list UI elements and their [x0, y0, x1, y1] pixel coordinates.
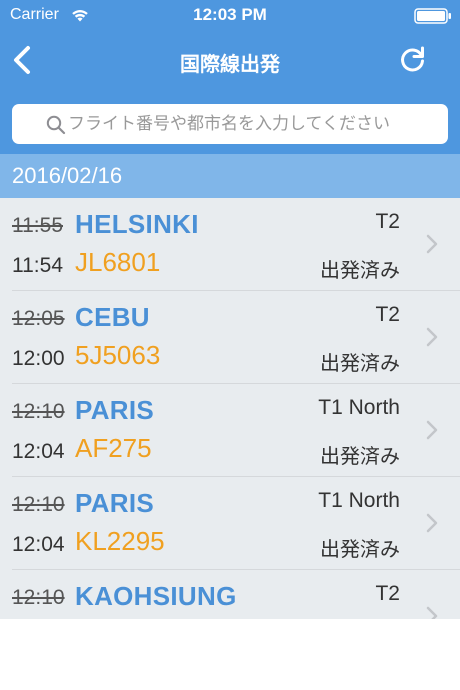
flight-row[interactable]: 12:10 PARIS 12:04 KL2295 T1 North 出発済み: [0, 477, 460, 570]
scheduled-time: 12:10: [12, 400, 65, 423]
flight-status: 出発済み: [320, 351, 400, 375]
actual-time: 12:04: [12, 440, 65, 463]
scheduled-time: 12:10: [12, 493, 65, 516]
flight-number: KL2295: [75, 526, 165, 556]
destination: HELSINKI: [75, 209, 199, 239]
actual-time: 12:00: [12, 347, 65, 370]
terminal: T1 North: [318, 489, 400, 512]
battery-icon: [414, 8, 451, 24]
search-box[interactable]: [12, 104, 448, 144]
terminal: T2: [375, 582, 400, 605]
flight-number: AF275: [75, 433, 152, 463]
flight-row[interactable]: 11:55 HELSINKI 11:54 JL6801 T2 出発済み: [0, 198, 460, 291]
destination: PARIS: [75, 395, 155, 425]
terminal: T2: [375, 303, 400, 326]
flight-list: 11:55 HELSINKI 11:54 JL6801 T2 出発済み 12:0…: [0, 198, 460, 619]
flight-status: 出発済み: [320, 537, 400, 561]
blank-area: [0, 619, 460, 690]
flight-row[interactable]: 12:10 PARIS 12:04 AF275 T1 North 出発済み: [0, 384, 460, 477]
flight-status: 出発済み: [320, 444, 400, 468]
terminal: T2: [375, 210, 400, 233]
status-bar: Carrier 12:03 PM: [0, 0, 460, 30]
actual-time: 12:04: [12, 533, 65, 556]
flight-status: 出発済み: [320, 258, 400, 282]
search-icon: [46, 115, 66, 135]
chevron-right-icon: [426, 606, 438, 619]
date-header: 2016/02/16: [0, 154, 460, 198]
terminal: T1 North: [318, 396, 400, 419]
destination: KAOHSIUNG: [75, 581, 237, 611]
header: Carrier 12:03 PM 国際線出発: [0, 0, 460, 94]
flight-row[interactable]: 12:05 CEBU 12:00 5J5063 T2 出発済み: [0, 291, 460, 384]
chevron-right-icon: [426, 513, 438, 533]
search-bar: [0, 94, 460, 154]
scheduled-time: 12:05: [12, 307, 65, 330]
actual-time: 11:54: [12, 254, 63, 277]
destination: PARIS: [75, 488, 155, 518]
destination: CEBU: [75, 302, 150, 332]
status-time: 12:03 PM: [193, 5, 267, 24]
date-label: 2016/02/16: [12, 163, 123, 188]
refresh-button[interactable]: [398, 44, 428, 74]
scheduled-time: 11:55: [12, 214, 63, 237]
chevron-right-icon: [426, 327, 438, 347]
flight-number: 5J5063: [75, 340, 161, 370]
search-input[interactable]: [68, 104, 440, 144]
flight-number: JL6801: [75, 247, 161, 277]
flight-row[interactable]: 12:10 KAOHSIUNG T2: [0, 570, 460, 619]
chevron-right-icon: [426, 234, 438, 254]
chevron-right-icon: [426, 420, 438, 440]
refresh-icon: [401, 46, 424, 72]
page-title: 国際線出発: [180, 52, 280, 76]
scheduled-time: 12:10: [12, 586, 65, 609]
